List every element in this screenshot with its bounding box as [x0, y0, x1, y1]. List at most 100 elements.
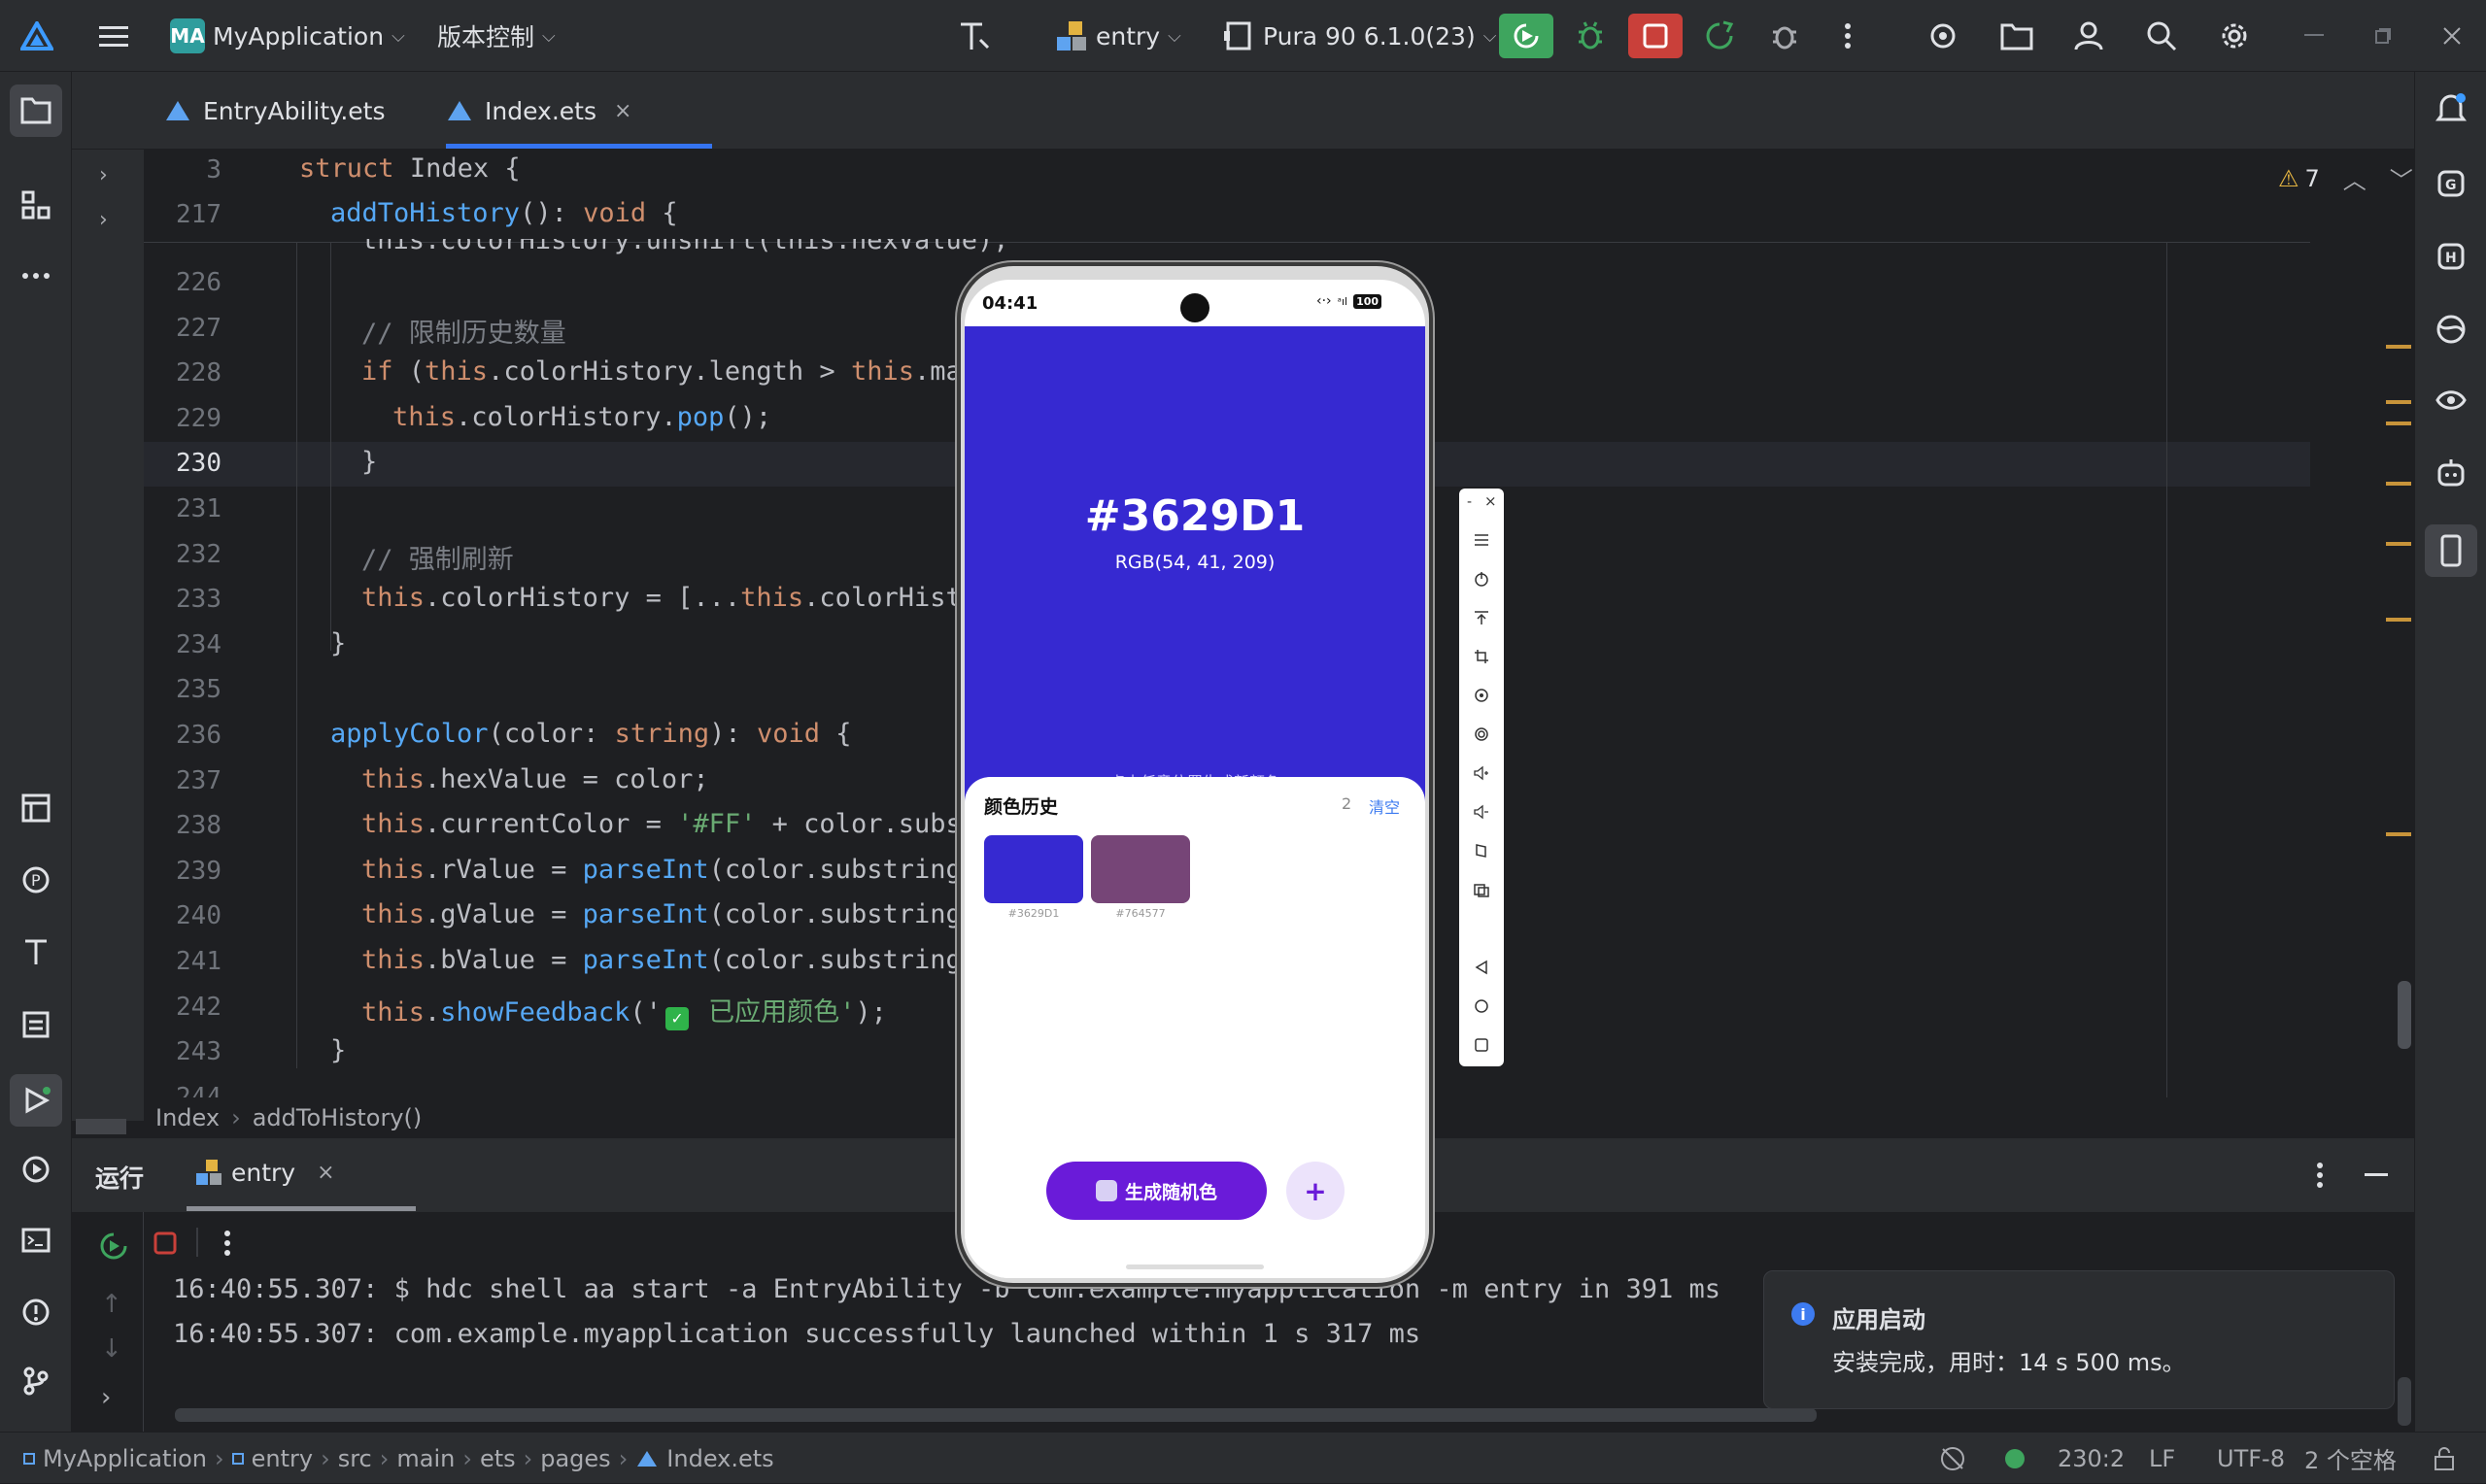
console-scrollbar[interactable]: [175, 1408, 1817, 1422]
rerun-icon[interactable]: [99, 1231, 128, 1261]
crop-icon[interactable]: [1470, 645, 1493, 668]
minimize-icon[interactable]: -: [1467, 494, 1472, 510]
volume-up-icon[interactable]: [1470, 761, 1493, 785]
code-line[interactable]: this.currentColor = '#FF' + color.subs: [361, 809, 962, 839]
change-marker[interactable]: [2386, 542, 2411, 546]
change-marker[interactable]: [2386, 482, 2411, 486]
more-options-icon[interactable]: [223, 1230, 231, 1257]
breadcrumb-item[interactable]: Index: [155, 1104, 220, 1131]
problems-icon[interactable]: [17, 1293, 55, 1332]
run-tool-icon[interactable]: [10, 1074, 62, 1127]
previewer-icon[interactable]: P: [17, 860, 55, 899]
indent-setting[interactable]: 2 个空格: [2304, 1433, 2397, 1484]
horizontal-scrollbar[interactable]: [76, 1119, 126, 1134]
run-config-selector[interactable]: entry ⌵: [1055, 0, 1181, 72]
code-line[interactable]: this.showFeedback(' ✓ 已应用颜色');: [361, 991, 887, 1030]
run-tab-entry[interactable]: entry ×: [194, 1158, 335, 1187]
more-tools-icon[interactable]: [17, 256, 55, 295]
services-icon[interactable]: [17, 1150, 55, 1189]
code-line[interactable]: if (this.colorHistory.length > this.ma: [361, 356, 962, 387]
code-line[interactable]: struct Index {: [299, 153, 521, 184]
main-menu-icon[interactable]: [94, 17, 133, 55]
path-item[interactable]: Index.ets: [666, 1445, 773, 1472]
stop-icon[interactable]: [153, 1231, 177, 1255]
pin-top-icon[interactable]: [1470, 606, 1493, 629]
vertical-scrollbar[interactable]: [2398, 981, 2411, 1049]
more-actions-icon[interactable]: [1828, 17, 1867, 55]
code-line[interactable]: // 限制历史数量: [361, 312, 566, 350]
chevron-down-icon[interactable]: ﹀: [2390, 161, 2413, 195]
chevron-up-icon[interactable]: ︿: [2343, 161, 2367, 195]
attach-debugger-icon[interactable]: [1765, 17, 1804, 55]
cursor-position[interactable]: 230:2: [2058, 1433, 2125, 1484]
close-tab-icon[interactable]: ×: [317, 1161, 334, 1185]
history-swatch[interactable]: [984, 835, 1083, 903]
menu-icon[interactable]: [1470, 528, 1493, 552]
change-marker[interactable]: [2386, 345, 2411, 349]
profiler-icon[interactable]: [1924, 17, 1962, 55]
hide-panel-icon[interactable]: [2365, 1173, 2388, 1176]
chevron-right-icon[interactable]: ›: [99, 163, 108, 187]
breadcrumb-item[interactable]: addToHistory(): [253, 1104, 423, 1131]
todo-icon[interactable]: [17, 1004, 55, 1043]
readonly-lock-icon[interactable]: [2433, 1433, 2456, 1484]
rerun-button[interactable]: [1499, 14, 1553, 58]
emulator-screen[interactable]: 04:41 ‹·› ᵃıl 100 点击任意位置生成新颜色 #3629D1 RG…: [965, 280, 1425, 1278]
screenshot-icon[interactable]: [1470, 878, 1493, 901]
home-icon[interactable]: [1470, 995, 1493, 1018]
scroll-up-icon[interactable]: ↑: [101, 1290, 122, 1319]
line-ending[interactable]: LF: [2149, 1433, 2175, 1484]
code-line[interactable]: }: [330, 1035, 346, 1065]
expand-icon[interactable]: ›: [101, 1383, 111, 1412]
preview-eye-icon[interactable]: [2432, 381, 2470, 420]
path-item[interactable]: pages: [540, 1445, 610, 1472]
status-dot-icon[interactable]: [2005, 1433, 2025, 1484]
history-swatch[interactable]: [1091, 835, 1190, 903]
search-icon[interactable]: [2142, 17, 2181, 55]
change-marker[interactable]: [2386, 400, 2411, 404]
close-tab-icon[interactable]: ×: [614, 99, 631, 123]
project-view-icon[interactable]: [10, 84, 62, 137]
change-marker[interactable]: [2386, 422, 2411, 425]
change-marker[interactable]: [2386, 618, 2411, 622]
back-icon[interactable]: [1470, 956, 1493, 979]
location-icon[interactable]: [1470, 723, 1493, 746]
minimize-icon[interactable]: [2295, 17, 2333, 55]
inspection-widget[interactable]: ⚠ 7 ︿ ﹀: [2278, 161, 2413, 195]
console-vscrollbar[interactable]: [2398, 1377, 2411, 1426]
add-button[interactable]: +: [1286, 1162, 1345, 1220]
apply-changes-icon[interactable]: [1700, 17, 1739, 55]
chevron-right-icon[interactable]: ›: [99, 208, 108, 232]
recents-icon[interactable]: [1470, 1033, 1493, 1057]
font-tool-icon[interactable]: [17, 932, 55, 971]
change-marker[interactable]: [2386, 832, 2411, 836]
debug-icon[interactable]: [1571, 17, 1610, 55]
stop-button[interactable]: [1628, 14, 1683, 58]
notification-balloon[interactable]: i 应用启动 安装完成，用时：14 s 500 ms。: [1763, 1270, 2395, 1409]
path-item[interactable]: MyApplication: [43, 1445, 207, 1472]
more-options-icon[interactable]: [2316, 1162, 2324, 1189]
rotate-icon[interactable]: [1470, 684, 1493, 707]
no-sync-icon[interactable]: [1939, 1433, 1966, 1484]
path-item[interactable]: ets: [480, 1445, 516, 1472]
path-item[interactable]: entry: [252, 1445, 313, 1472]
close-icon[interactable]: ×: [1484, 492, 1497, 510]
settings-icon[interactable]: [2215, 17, 2254, 55]
code-line[interactable]: this.rValue = parseInt(color.substring: [361, 855, 962, 885]
code-line[interactable]: // 强制刷新: [361, 538, 514, 576]
code-line[interactable]: }: [330, 628, 346, 658]
layout-inspector-icon[interactable]: [17, 789, 55, 827]
tab-index[interactable]: Index.ets ×: [446, 72, 631, 150]
codegenie-icon[interactable]: G: [2432, 164, 2470, 203]
code-line[interactable]: this.gValue = parseInt(color.substring: [361, 899, 962, 929]
terminal-icon[interactable]: [17, 1221, 55, 1260]
fold-icon[interactable]: [1470, 839, 1493, 862]
file-encoding[interactable]: UTF-8: [2217, 1433, 2285, 1484]
path-item[interactable]: main: [396, 1445, 455, 1472]
code-line[interactable]: this.bValue = parseInt(color.substring: [361, 945, 962, 975]
notifications-icon[interactable]: [2432, 89, 2470, 128]
tab-entryability[interactable]: EntryAbility.ets: [164, 72, 386, 150]
device-selector[interactable]: Pura 90 6.1.0(23) ⌵: [1222, 0, 1496, 72]
code-line[interactable]: applyColor(color: string): void {: [330, 719, 851, 749]
account-icon[interactable]: [2069, 17, 2108, 55]
